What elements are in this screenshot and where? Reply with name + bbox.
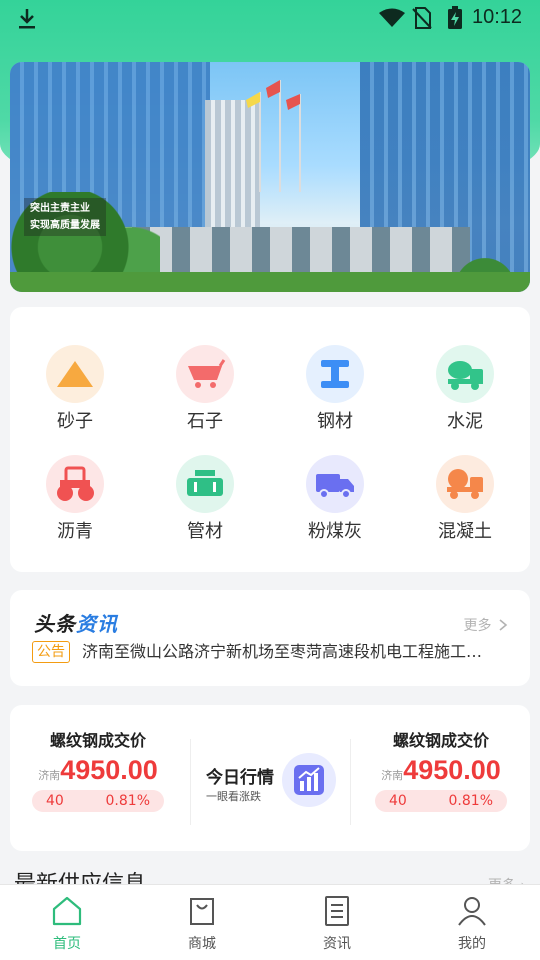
concrete-truck-icon — [436, 455, 494, 513]
home-icon — [52, 896, 82, 926]
divider — [190, 739, 191, 825]
chevron-right-icon — [499, 619, 508, 631]
price-value: 4950.00 — [403, 755, 501, 785]
chart-icon[interactable] — [282, 753, 336, 807]
tab-news[interactable]: 资讯 — [297, 895, 377, 953]
price-value: 4950.00 — [60, 755, 158, 785]
status-bar: 10:12 — [0, 0, 540, 36]
category-item-steel[interactable]: 钢材 — [285, 345, 385, 433]
battery-charging-icon — [448, 6, 462, 29]
news-headline[interactable]: 济南至微山公路济宁新机场至枣菏高速段机电工程施工… — [82, 641, 502, 663]
bottom-tab-bar: 首页 商城 资讯 我的 — [0, 884, 540, 960]
steel-icon — [306, 345, 364, 403]
headline-news-card: 头条资讯 更多 公告 济南至微山公路济宁新机场至枣菏高速段机电工程施工… — [10, 590, 530, 686]
category-item-concrete[interactable]: 混凝土 — [415, 455, 515, 543]
price-change-badge: 40 0.81% — [32, 790, 164, 812]
truck-icon — [306, 455, 364, 513]
category-item-asphalt[interactable]: 沥青 — [25, 455, 125, 543]
category-item-sand[interactable]: 砂子 — [25, 345, 125, 433]
tab-mine[interactable]: 我的 — [432, 895, 512, 953]
sand-icon — [46, 345, 104, 403]
category-item-fly-ash[interactable]: 粉煤灰 — [285, 455, 385, 543]
pipe-icon — [176, 455, 234, 513]
flags-icon — [246, 80, 301, 192]
shopping-bag-icon — [190, 898, 214, 925]
category-item-pipe[interactable]: 管材 — [155, 455, 255, 543]
user-icon — [458, 897, 486, 926]
divider — [350, 739, 351, 825]
tab-home[interactable]: 首页 — [27, 895, 107, 953]
wifi-icon — [379, 8, 405, 27]
price-box-right[interactable]: 螺纹钢成交价 济南4950.00 40 0.81% — [366, 727, 516, 812]
market-price-card: 螺纹钢成交价 济南4950.00 40 0.81% 今日行情 一眼看涨跌 螺纹钢… — [10, 705, 530, 851]
cart-icon — [176, 345, 234, 403]
road-roller-icon — [46, 455, 104, 513]
news-section-title: 头条资讯 — [34, 612, 118, 636]
download-icon — [19, 9, 35, 29]
cement-mixer-icon — [436, 345, 494, 403]
tab-mall[interactable]: 商城 — [162, 895, 242, 953]
category-item-cement[interactable]: 水泥 — [415, 345, 515, 433]
banner-slogan: 突出主责主业 实现高质量发展 — [24, 198, 106, 236]
category-grid: 砂子 石子 钢材 水泥 沥青 管材 粉煤灰 混凝土 — [10, 307, 530, 572]
news-more-link[interactable]: 更多 — [464, 615, 508, 635]
lawn — [10, 272, 530, 292]
clock: 10:12 — [472, 6, 523, 28]
document-icon — [325, 896, 349, 926]
price-change-badge: 40 0.81% — [375, 790, 507, 812]
category-item-stone[interactable]: 石子 — [155, 345, 255, 433]
price-box-left[interactable]: 螺纹钢成交价 济南4950.00 40 0.81% — [23, 727, 173, 812]
today-market[interactable]: 今日行情 一眼看涨跌 — [206, 763, 274, 804]
no-sim-icon — [412, 7, 432, 29]
announcement-tag: 公告 — [32, 641, 70, 663]
banner-carousel[interactable]: 突出主责主业 实现高质量发展 — [10, 62, 530, 292]
